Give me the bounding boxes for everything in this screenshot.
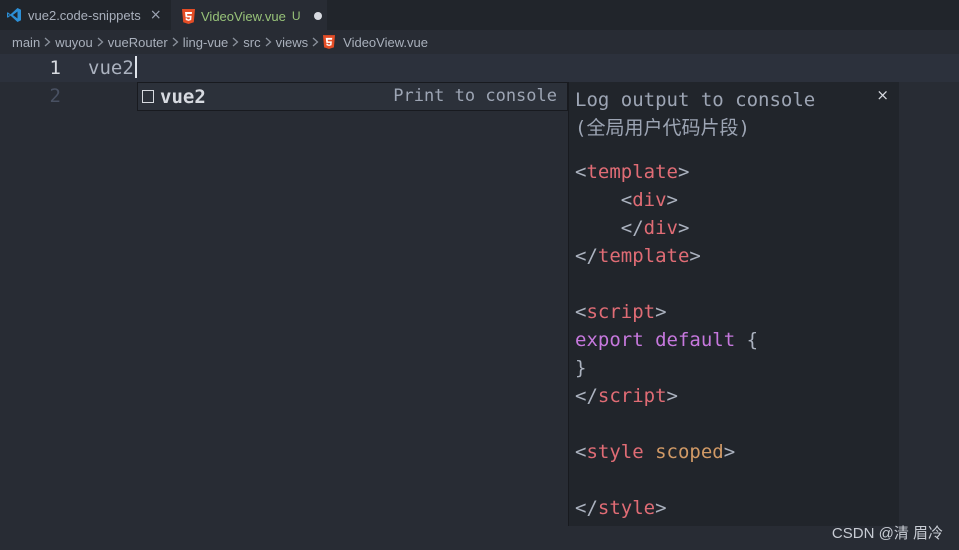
snippet-line [575, 466, 758, 494]
breadcrumb-item[interactable]: vueRouter [108, 35, 168, 50]
snippet-line [575, 410, 758, 438]
snippet-token: } [575, 357, 587, 379]
snippet-token [644, 441, 655, 463]
snippet-token: < [575, 441, 587, 463]
vscode-icon [6, 7, 22, 23]
tab-vue2-code-snippets[interactable]: vue2.code-snippets × [0, 0, 170, 30]
snippet-line: export default { [575, 326, 758, 354]
snippet-line: } [575, 354, 758, 382]
breadcrumb-item-file[interactable]: VideoView.vue [343, 35, 428, 50]
code-line[interactable]: vue2 [88, 54, 137, 82]
suggestion-item[interactable]: vue2 Print to console [137, 82, 568, 111]
snippet-token: </ [575, 245, 598, 267]
details-subtitle: (全局用户代码片段) [575, 117, 750, 139]
breadcrumb-item[interactable]: views [276, 35, 309, 50]
snippet-line: <div> [575, 186, 758, 214]
breadcrumb: main wuyou vueRouter ling-vue src views [0, 30, 959, 54]
snippet-token: default [655, 329, 736, 351]
chevron-right-icon [172, 37, 179, 47]
suggestion-label: vue2 [160, 85, 206, 108]
snippet-line: <template> [575, 158, 758, 186]
snippet-token: style [586, 441, 644, 463]
html5-icon [323, 35, 336, 49]
snippet-token: > [655, 497, 667, 519]
watermark: CSDN @清 眉冷 [831, 525, 943, 542]
tab-label: vue2.code-snippets [28, 7, 141, 23]
breadcrumb-item[interactable]: main [12, 35, 40, 50]
close-icon[interactable]: × [149, 7, 163, 23]
snippet-token: > [677, 161, 690, 183]
snippet-token: </ [575, 497, 598, 519]
snippet-token: { [735, 329, 759, 351]
snippet-token: </ [575, 385, 598, 407]
snippet-token: > [689, 245, 701, 267]
snippet-token: < [575, 161, 587, 183]
chevron-right-icon [44, 37, 51, 47]
breadcrumb-item[interactable]: ling-vue [183, 35, 229, 50]
snippet-token: > [666, 189, 678, 211]
suggestion-detail: Print to console [393, 86, 557, 106]
breadcrumb-item[interactable]: wuyou [55, 35, 93, 50]
snippet-token: > [666, 385, 678, 407]
vscode-window: vue2.code-snippets × VideoView.vue U mai… [0, 0, 959, 550]
unsaved-dot-icon[interactable] [314, 12, 323, 20]
snippet-line: </template> [575, 242, 758, 270]
snippet-line: </script> [575, 382, 758, 410]
snippet-kind-icon [142, 90, 154, 103]
snippet-token: scoped [655, 441, 724, 463]
snippet-preview: <template> <div> </div> </template> <scri… [575, 158, 758, 522]
line-number: 2 [49, 85, 61, 107]
chevron-right-icon [97, 37, 104, 47]
snippet-token: > [655, 301, 667, 323]
snippet-token: style [597, 497, 656, 519]
text-cursor [134, 56, 137, 78]
snippet-token: > [677, 217, 690, 239]
tab-label: VideoView.vue [201, 8, 286, 24]
snippet-token: < [575, 189, 633, 211]
line-number: 1 [49, 57, 61, 79]
snippet-token: script [586, 301, 656, 323]
snippet-token: < [575, 301, 587, 323]
chevron-right-icon [265, 37, 272, 47]
details-title: Log output to console [575, 89, 816, 111]
snippet-line: <script> [575, 298, 758, 326]
snippet-token [644, 329, 655, 351]
snippet-token: template [597, 245, 690, 267]
untracked-status-badge: U [291, 9, 301, 23]
snippet-token: > [723, 441, 736, 463]
snippet-line: <style scoped> [575, 438, 758, 466]
snippet-line: </style> [575, 494, 758, 522]
chevron-right-icon [232, 37, 239, 47]
snippet-token: script [597, 385, 667, 407]
snippet-line: </div> [575, 214, 758, 242]
snippet-token: div [643, 217, 678, 239]
breadcrumb-item[interactable]: src [243, 35, 260, 50]
snippet-line [575, 270, 758, 298]
close-icon[interactable]: × [876, 86, 889, 104]
snippet-token: template [586, 161, 678, 183]
snippet-token: export [575, 329, 644, 351]
code-text: vue2 [88, 57, 134, 79]
tab-bar: vue2.code-snippets × VideoView.vue U [0, 0, 959, 31]
suggestion-details-panel: Log output to console (全局用户代码片段) × <temp… [568, 82, 899, 526]
snippet-token: </ [575, 217, 644, 239]
tab-videoview-vue[interactable]: VideoView.vue U [171, 0, 327, 31]
chevron-right-icon [312, 37, 319, 47]
html5-icon [181, 8, 195, 24]
current-line-highlight [0, 54, 959, 82]
snippet-token: div [632, 189, 667, 211]
